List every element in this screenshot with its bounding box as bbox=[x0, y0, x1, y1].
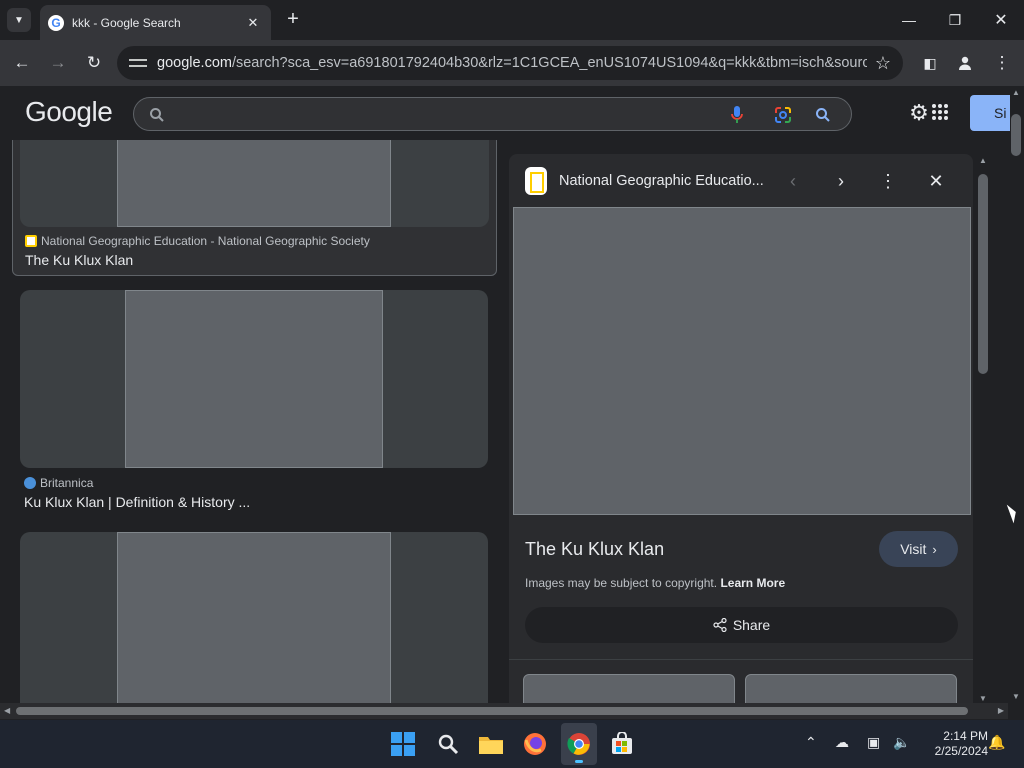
back-icon[interactable]: ← bbox=[10, 51, 34, 75]
image-result-card[interactable] bbox=[12, 530, 497, 703]
result-source[interactable]: Britannica bbox=[24, 476, 93, 490]
result-thumbnail-bg bbox=[20, 290, 488, 468]
windows-taskbar: ⌃ ☁ ▣ 🔈 2:14 PM 2/25/2024 🔔 bbox=[0, 720, 1024, 768]
tab-list-icon[interactable]: ▼ bbox=[7, 8, 31, 32]
site-info-icon[interactable] bbox=[129, 56, 147, 70]
image-result-card-selected[interactable]: National Geographic Education - National… bbox=[12, 140, 497, 276]
panel-header: National Geographic Educatio... ‹ › ⋮ ✕ bbox=[509, 154, 973, 208]
microphone-icon[interactable] bbox=[726, 104, 748, 126]
preview-title[interactable]: The Ku Klux Klan bbox=[525, 539, 664, 560]
google-apps-icon[interactable] bbox=[932, 104, 948, 120]
panel-scroll-thumb[interactable] bbox=[978, 174, 988, 374]
share-icon bbox=[713, 618, 727, 632]
scroll-up-icon[interactable]: ▲ bbox=[1012, 88, 1020, 97]
more-icon[interactable]: ⋮ bbox=[990, 51, 1014, 75]
new-tab-icon[interactable]: + bbox=[282, 8, 304, 30]
profile-icon[interactable] bbox=[953, 51, 977, 75]
search-submit-icon[interactable] bbox=[812, 104, 834, 126]
clock-date: 2/25/2024 bbox=[934, 744, 988, 758]
natgeo-logo-icon bbox=[525, 167, 547, 195]
result-title[interactable]: The Ku Klux Klan bbox=[25, 252, 133, 268]
sign-in-button[interactable]: Si bbox=[970, 95, 1010, 131]
preview-image[interactable] bbox=[513, 207, 971, 515]
divider bbox=[509, 659, 973, 660]
image-results-grid: National Geographic Education - National… bbox=[0, 140, 505, 703]
panel-source[interactable]: National Geographic Educatio... bbox=[559, 173, 764, 189]
url-text[interactable]: google.com/search?sca_esv=a691801792404b… bbox=[157, 55, 867, 71]
image-preview-panel: National Geographic Educatio... ‹ › ⋮ ✕ … bbox=[509, 154, 973, 703]
clock-time: 2:14 PM bbox=[943, 729, 988, 743]
browser-toolbar: ← → ↻ google.com/search?sca_esv=a6918017… bbox=[0, 40, 1024, 86]
settings-gear-icon[interactable]: ⚙ bbox=[906, 100, 932, 126]
search-icon bbox=[146, 104, 168, 126]
notification-bell-icon[interactable]: 🔔 bbox=[988, 734, 1005, 751]
natgeo-favicon-icon bbox=[25, 235, 37, 247]
britannica-favicon-icon bbox=[24, 477, 36, 489]
reload-icon[interactable]: ↻ bbox=[82, 51, 106, 75]
google-lens-icon[interactable] bbox=[772, 104, 794, 126]
more-options-icon[interactable]: ⋮ bbox=[876, 169, 900, 193]
side-panel-icon[interactable]: ◧ bbox=[918, 51, 942, 75]
scroll-left-icon[interactable]: ◀ bbox=[4, 706, 10, 715]
volume-muted-icon[interactable]: 🔈 bbox=[893, 734, 910, 751]
scroll-down-icon[interactable]: ▼ bbox=[979, 694, 987, 703]
result-thumbnail-bg bbox=[20, 532, 488, 703]
copyright-notice: Images may be subject to copyright. Lear… bbox=[525, 576, 786, 590]
horizontal-scroll-thumb[interactable] bbox=[16, 707, 968, 715]
page-scroll-thumb[interactable] bbox=[1011, 114, 1021, 156]
show-hidden-icons-icon[interactable]: ⌃ bbox=[805, 734, 817, 751]
bookmark-star-icon[interactable]: ☆ bbox=[875, 53, 891, 74]
active-tab[interactable]: G kkk - Google Search ✕ bbox=[40, 5, 271, 40]
result-image[interactable] bbox=[117, 532, 391, 703]
visit-button[interactable]: Visit › bbox=[879, 531, 958, 567]
page-horizontal-scrollbar[interactable]: ◀ ▶ bbox=[0, 703, 1008, 719]
microsoft-store-icon[interactable] bbox=[608, 730, 636, 758]
maximize-icon[interactable]: ❐ bbox=[940, 8, 970, 32]
panel-scrollbar[interactable]: ▲ ▼ bbox=[976, 156, 990, 703]
network-icon[interactable]: ▣ bbox=[867, 734, 880, 751]
minimize-icon[interactable]: — bbox=[894, 8, 924, 32]
google-header: Google ⚙ Si bbox=[0, 86, 1010, 140]
result-image[interactable] bbox=[125, 290, 383, 468]
system-clock[interactable]: 2:14 PM 2/25/2024 bbox=[918, 729, 988, 759]
image-result-card[interactable]: Britannica Ku Klux Klan | Definition & H… bbox=[12, 288, 497, 518]
forward-icon[interactable]: → bbox=[46, 51, 70, 75]
related-image[interactable] bbox=[745, 674, 957, 703]
firefox-icon[interactable] bbox=[521, 730, 549, 758]
tab-strip: ▼ G kkk - Google Search ✕ + — ❐ ✕ bbox=[0, 0, 1024, 40]
learn-more-link[interactable]: Learn More bbox=[720, 576, 785, 590]
close-tab-icon[interactable]: ✕ bbox=[245, 15, 261, 31]
close-panel-icon[interactable]: ✕ bbox=[924, 169, 948, 193]
address-bar[interactable]: google.com/search?sca_esv=a691801792404b… bbox=[117, 46, 903, 80]
tab-title: kkk - Google Search bbox=[72, 15, 181, 30]
page-vertical-scrollbar[interactable]: ▲ ▼ bbox=[1008, 86, 1024, 703]
google-favicon-icon: G bbox=[48, 14, 64, 31]
chevron-right-icon: › bbox=[932, 541, 937, 557]
scroll-right-icon[interactable]: ▶ bbox=[998, 706, 1004, 715]
file-explorer-icon[interactable] bbox=[477, 730, 505, 758]
share-button[interactable]: Share bbox=[525, 607, 958, 643]
search-input[interactable] bbox=[133, 97, 852, 131]
result-title[interactable]: Ku Klux Klan | Definition & History ... bbox=[24, 494, 250, 510]
next-icon[interactable]: › bbox=[829, 169, 853, 193]
previous-icon[interactable]: ‹ bbox=[781, 169, 805, 193]
close-window-icon[interactable]: ✕ bbox=[986, 8, 1016, 32]
chrome-icon[interactable] bbox=[565, 730, 593, 758]
start-windows-icon[interactable] bbox=[389, 730, 417, 758]
taskbar-search-icon[interactable] bbox=[434, 730, 462, 758]
result-source[interactable]: National Geographic Education - National… bbox=[25, 234, 370, 248]
scroll-down-icon[interactable]: ▼ bbox=[1012, 692, 1020, 701]
scroll-up-icon[interactable]: ▲ bbox=[979, 156, 987, 165]
related-image[interactable] bbox=[523, 674, 735, 703]
google-logo[interactable]: Google bbox=[25, 96, 113, 128]
result-thumbnail-bg bbox=[20, 140, 489, 227]
onedrive-offline-icon[interactable]: ☁ bbox=[835, 734, 849, 751]
result-image[interactable] bbox=[117, 140, 391, 227]
